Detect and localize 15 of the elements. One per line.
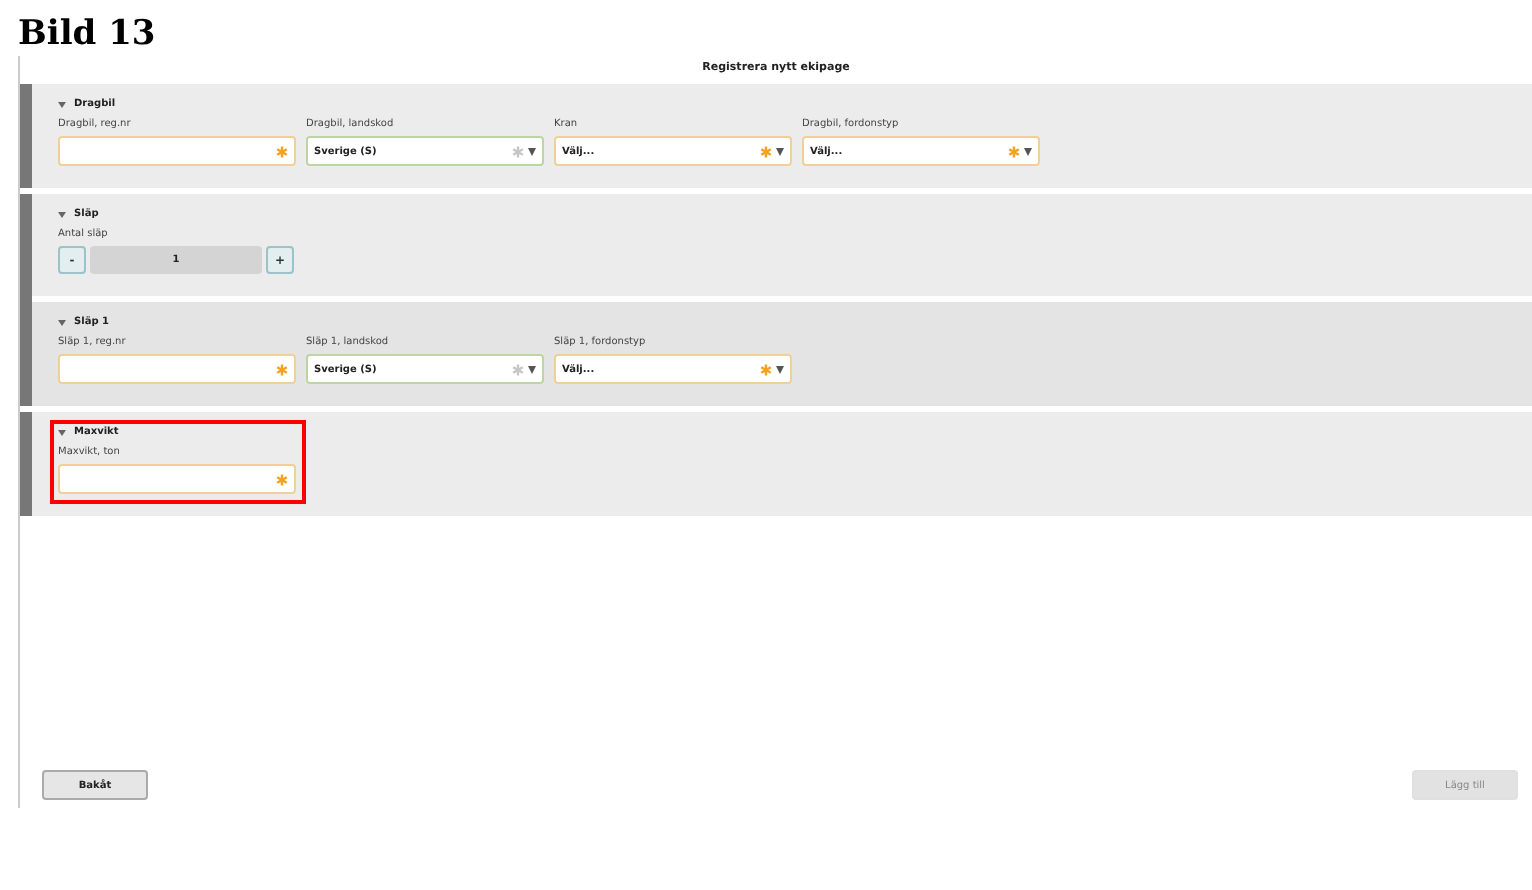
caret-icon[interactable] [58, 211, 66, 217]
input-field[interactable] [58, 354, 296, 384]
page-heading: Bild 13 [18, 12, 158, 56]
input-field[interactable] [58, 464, 296, 494]
caret-icon [776, 365, 784, 373]
caret-icon[interactable] [58, 429, 66, 435]
caret-icon [528, 365, 536, 373]
caret-icon[interactable] [58, 319, 66, 325]
input-field[interactable] [58, 136, 296, 166]
caret-icon [776, 147, 784, 155]
caret-icon [528, 147, 536, 155]
caret-icon[interactable] [58, 101, 66, 107]
caret-icon [1024, 147, 1032, 155]
section-bar [20, 84, 32, 188]
section-bar [20, 412, 32, 516]
